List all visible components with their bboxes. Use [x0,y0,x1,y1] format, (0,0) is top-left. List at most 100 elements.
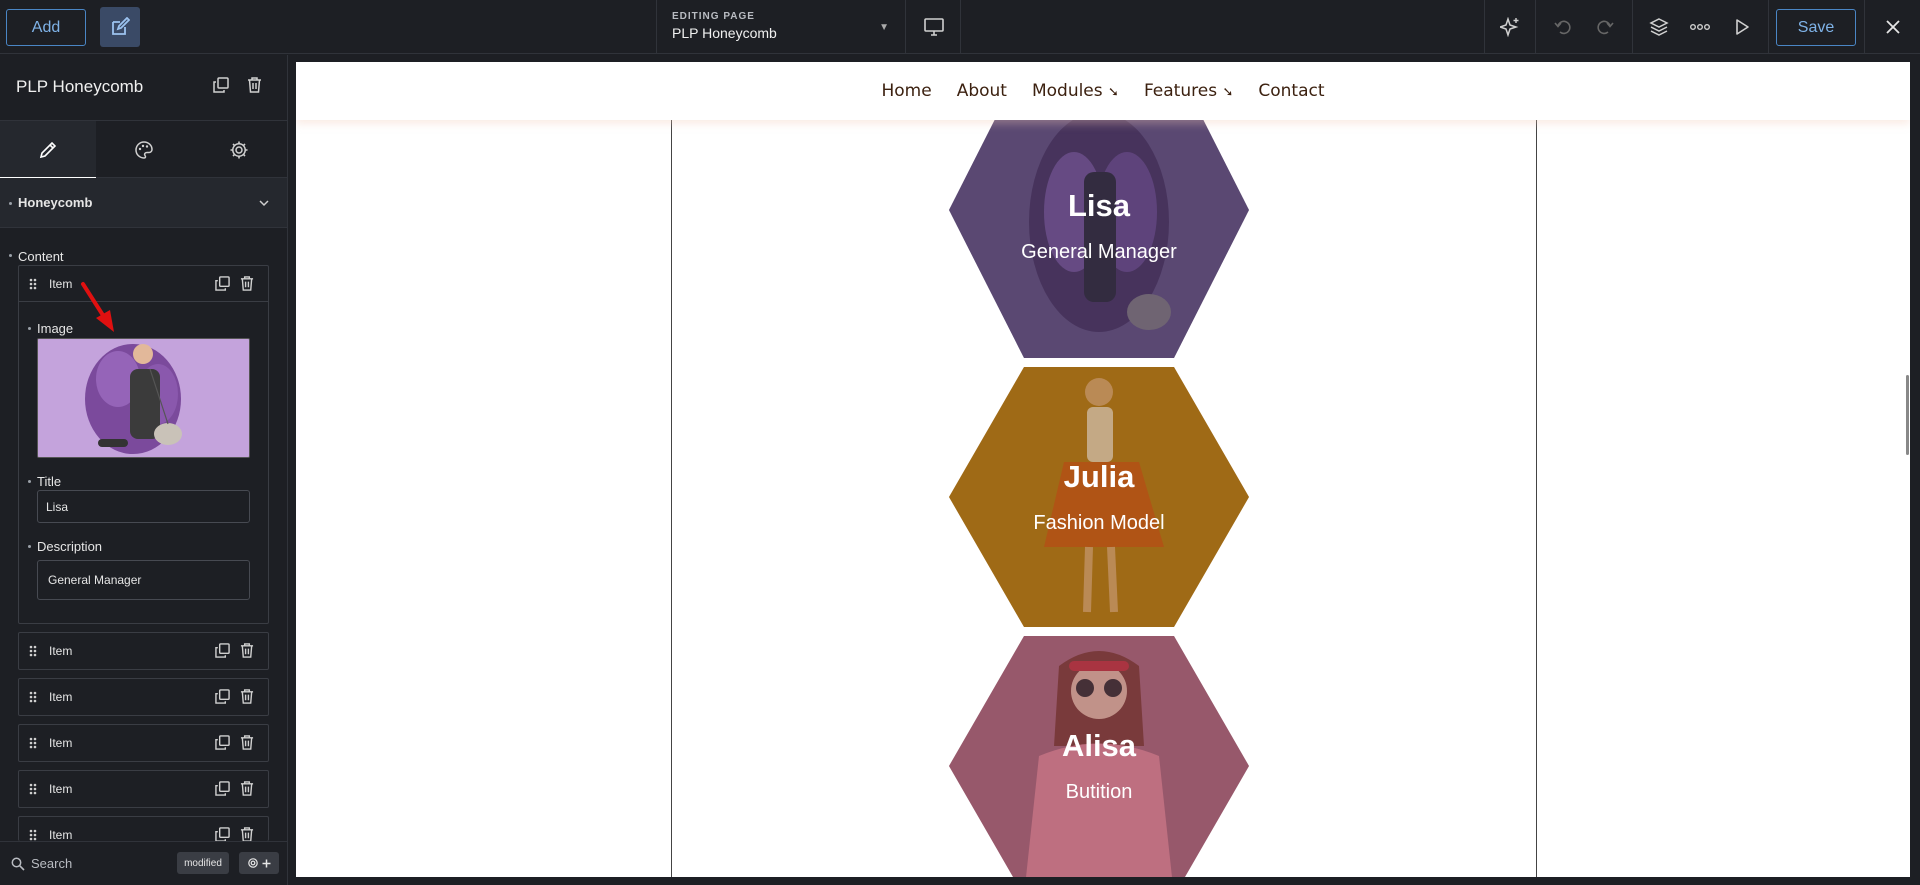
duplicate-module-button[interactable] [213,77,229,93]
card-description: Butition [1065,781,1133,803]
page-preview-canvas: Home About Modules ➘ Features ➘ Contact … [296,62,1910,877]
item-header[interactable]: Item [19,771,268,807]
item-header[interactable]: Item [19,817,268,841]
item-card[interactable]: Item [18,816,269,841]
nav-contact[interactable]: Contact [1258,81,1324,101]
bullet [28,327,31,330]
item-header[interactable]: Item [19,266,268,302]
honeycomb-card-alisa[interactable]: Alisa Butition [949,636,1249,877]
honeycomb-card-julia[interactable]: Julia Fashion Model [949,367,1249,627]
image-thumbnail[interactable] [37,338,250,458]
search-icon [11,857,25,871]
panel-tabs [0,121,287,179]
close-button[interactable] [1873,0,1913,54]
panel-search-bar: Search modified [0,841,287,885]
device-preview-button[interactable] [907,0,961,54]
bullet [9,254,12,257]
add-button[interactable]: Add [6,9,86,46]
item-card[interactable]: Item [18,678,269,716]
nav-home[interactable]: Home [881,81,931,101]
toolbar-divider [1484,0,1485,54]
modified-filter-badge[interactable]: modified [177,852,229,874]
trash-icon[interactable] [240,827,254,841]
drag-handle-icon[interactable] [29,278,37,290]
tab-content[interactable] [0,121,96,179]
chevron-down-icon [259,200,269,207]
dropdown-arrow-icon: ➘ [1222,85,1234,100]
undo-button[interactable] [1543,0,1583,54]
gear-icon [248,858,258,868]
copy-icon[interactable] [215,735,230,750]
drag-handle-icon[interactable] [29,783,37,795]
title-input[interactable]: Lisa [37,490,250,523]
copy-icon[interactable] [215,643,230,658]
dropdown-arrow-icon: ➘ [1108,85,1119,100]
description-input[interactable]: General Manager [37,560,250,600]
card-description: General Manager [1021,241,1177,263]
caret-down-icon: ▼ [879,22,889,33]
tab-design[interactable] [96,121,192,178]
drag-handle-icon[interactable] [29,691,37,703]
drag-handle-icon[interactable] [29,829,37,841]
layers-button[interactable] [1639,0,1679,54]
card-description: Fashion Model [1033,512,1165,534]
item-card[interactable]: Item [18,632,269,670]
search-input[interactable]: Search [31,856,72,871]
trash-icon[interactable] [240,643,254,658]
nav-modules[interactable]: Modules ➘ [1032,81,1119,101]
item-header[interactable]: Item [19,633,268,669]
gear-icon [230,141,248,158]
more-icon [1690,24,1710,30]
drag-handle-icon[interactable] [29,645,37,657]
nav-features[interactable]: Features ➘ [1144,81,1233,101]
honeycomb-section-toggle[interactable]: Honeycomb [0,178,287,228]
page-selector[interactable]: EDITING PAGE PLP Honeycomb ▼ [656,0,906,54]
annotation-arrow-icon [81,282,114,332]
copy-icon[interactable] [215,689,230,704]
item-label: Item [49,828,73,841]
canvas-scrollbar[interactable] [1906,375,1909,455]
nav-about[interactable]: About [957,81,1007,101]
card-title: Alisa [1061,728,1137,763]
copy-icon[interactable] [215,827,230,841]
trash-icon[interactable] [240,276,254,291]
undo-icon [1554,20,1571,35]
trash-icon[interactable] [240,781,254,796]
copy-icon[interactable] [215,781,230,796]
ai-assist-button[interactable] [1490,0,1530,54]
copy-icon[interactable] [215,276,230,291]
content-label: Content [18,249,64,264]
trash-icon[interactable] [240,689,254,704]
edit-icon [112,17,130,35]
trash-icon [248,77,261,93]
module-title: PLP Honeycomb [16,77,144,96]
redo-button[interactable] [1585,0,1625,54]
page-name: PLP Honeycomb [672,25,777,41]
layers-icon [1649,18,1669,36]
toolbar-divider [1535,0,1536,54]
preview-button[interactable] [1722,0,1762,54]
trash-icon[interactable] [240,735,254,750]
image-field-label: Image [37,321,74,336]
filter-settings-button[interactable] [239,852,279,874]
toolbar-divider [1768,0,1769,54]
play-icon [1736,19,1749,35]
palette-icon [134,140,153,159]
item-header[interactable]: Item [19,679,268,715]
bullet [28,545,31,548]
container-guide-line [671,62,672,877]
delete-module-button[interactable] [247,77,262,93]
edit-mode-button[interactable] [100,7,140,47]
woman-purple-coat-photo [38,339,249,457]
more-options-button[interactable] [1680,0,1720,54]
item-header[interactable]: Item [19,725,268,761]
tab-advanced[interactable] [191,121,287,178]
item-card[interactable]: Item [18,724,269,762]
item-card[interactable]: Item [18,770,269,808]
bullet [28,480,31,483]
julia-photo [949,367,1249,627]
save-button[interactable]: Save [1776,9,1856,46]
item-label: Item [49,690,73,704]
section-title: Honeycomb [18,195,93,210]
drag-handle-icon[interactable] [29,737,37,749]
